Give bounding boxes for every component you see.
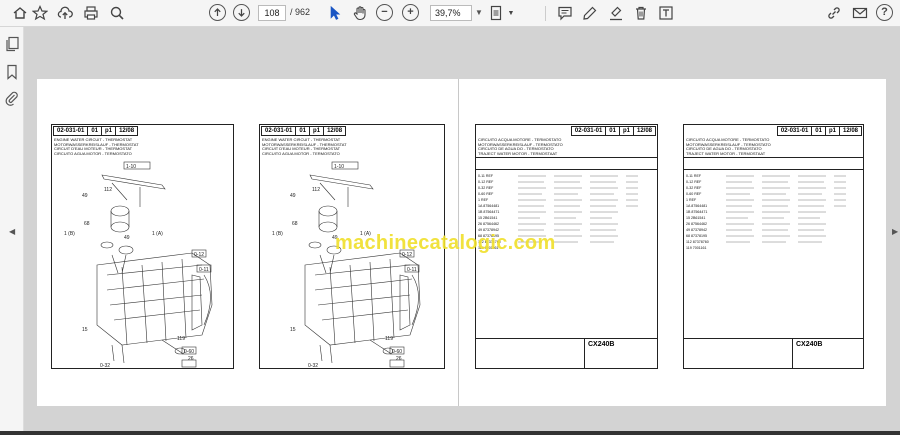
engine-thermostat-exploded-drawing: 1-10 49 112 68 1 (B) 49 1 (A) 0-12 0-11 … — [64, 161, 213, 369]
select-cursor-icon[interactable] — [325, 3, 345, 23]
sheet-header: 02-031-01 01 p1 12/08 — [570, 126, 656, 136]
delete-icon[interactable] — [631, 3, 651, 23]
page-thumbnails-icon[interactable] — [4, 36, 20, 52]
toolbar: 108 / 962 − + 39,7% ▼ ▼ ? — [0, 0, 900, 27]
home-icon[interactable] — [10, 3, 30, 23]
toolbar-divider — [545, 6, 546, 21]
expand-right-panel-arrow-icon[interactable]: ▶ — [892, 227, 898, 236]
sheet-titles: CIRCUITO ACQUA MOTORE - TERMOSTATO MOTORW… — [478, 137, 563, 156]
mail-icon[interactable] — [850, 3, 870, 23]
collapse-panel-arrow-icon[interactable]: ◀ — [9, 227, 15, 236]
bookmarks-icon[interactable] — [4, 64, 20, 80]
watermark-text: machinecatalogic.com — [335, 232, 556, 254]
svg-text:49: 49 — [124, 235, 130, 241]
next-page-button[interactable] — [233, 4, 250, 21]
svg-text:15: 15 — [290, 327, 296, 333]
svg-text:1 (B): 1 (B) — [272, 231, 283, 237]
svg-text:1 (B): 1 (B) — [64, 231, 75, 237]
bookmark-star-icon[interactable] — [30, 3, 50, 23]
svg-text:26: 26 — [188, 356, 194, 362]
previous-page-button[interactable] — [209, 4, 226, 21]
pen-icon[interactable] — [580, 3, 600, 23]
sheet-titles: ENGINE WATER CIRCUIT - THERMOSTAT MOTORWA… — [262, 137, 347, 156]
page-number-input[interactable]: 108 — [258, 5, 286, 21]
comment-icon[interactable] — [555, 3, 575, 23]
sheet-header: 02-031-01 01 p1 12/08 — [776, 126, 862, 136]
page-fit-dropdown-icon[interactable]: ▼ — [501, 3, 521, 23]
svg-text:112: 112 — [312, 187, 320, 193]
engine-thermostat-exploded-drawing: 1-10 49 112 68 1 (B) 49 1 (A) 0-12 0-11 … — [272, 161, 421, 369]
svg-text:49: 49 — [290, 193, 296, 199]
svg-text:0-60: 0-60 — [184, 349, 194, 355]
model-label: CX240B — [588, 341, 615, 348]
zoom-out-button[interactable]: − — [376, 4, 393, 21]
chevron-down-icon[interactable]: ▼ — [475, 8, 483, 17]
document-viewer[interactable]: ▶ 02-031-01 01 p1 12/08 ENGINE WATER CIRCUI… — [24, 27, 900, 435]
svg-text:1-10: 1-10 — [126, 164, 136, 170]
model-label: CX240B — [796, 341, 823, 348]
hand-tool-icon[interactable] — [350, 3, 370, 23]
attachment-icon[interactable] — [4, 90, 20, 106]
print-icon[interactable] — [81, 3, 101, 23]
diagram-sheet-1: 02-031-01 01 p1 12/08 ENGINE WATER CIRCUIT … — [51, 124, 234, 369]
parts-description-columns — [726, 175, 846, 243]
link-edit-icon[interactable] — [824, 3, 844, 23]
svg-text:0-11: 0-11 — [407, 267, 417, 273]
svg-text:0-32: 0-32 — [100, 363, 110, 369]
parts-table: 0-11 REF 0-12 REF 0-32 REF 0-60 REF 1 RE… — [686, 174, 709, 250]
sheet-titles: ENGINE WATER CIRCUIT - THERMOSTAT MOTORWA… — [54, 137, 139, 156]
page-total-label: / 962 — [290, 7, 311, 17]
svg-text:49: 49 — [82, 193, 88, 199]
search-icon[interactable] — [107, 3, 127, 23]
zoom-in-button[interactable]: + — [402, 4, 419, 21]
pdf-page: 02-031-01 01 p1 12/08 ENGINE WATER CIRCUIT … — [37, 79, 886, 406]
svg-text:15: 15 — [82, 327, 88, 333]
sheet-header: 02-031-01 01 p1 12/08 — [261, 126, 347, 136]
svg-text:0-60: 0-60 — [392, 349, 402, 355]
highlight-icon[interactable] — [606, 3, 626, 23]
text-edit-icon[interactable] — [656, 3, 676, 23]
svg-text:68: 68 — [292, 221, 298, 227]
cloud-upload-icon[interactable] — [55, 3, 75, 23]
parts-list-sheet-2: 02-031-01 01 p1 12/08 CIRCUITO ACQUA MOTORE… — [683, 124, 864, 369]
sheet-header: 02-031-01 01 p1 12/08 — [53, 126, 139, 136]
svg-text:112: 112 — [104, 187, 112, 193]
svg-text:0-11: 0-11 — [199, 267, 209, 273]
svg-text:0-12: 0-12 — [194, 252, 204, 258]
left-side-panel: ◀ — [0, 27, 24, 435]
svg-text:26: 26 — [396, 356, 402, 362]
help-button[interactable]: ? — [876, 4, 893, 21]
svg-text:1 (A): 1 (A) — [152, 231, 163, 237]
svg-text:68: 68 — [84, 221, 90, 227]
sheet-titles: CIRCUITO ACQUA MOTORE - TERMOSTATO MOTORW… — [686, 137, 771, 156]
bottom-edge — [0, 431, 900, 435]
svg-text:0-32: 0-32 — [308, 363, 318, 369]
zoom-level-select[interactable]: 39,7% — [430, 5, 472, 21]
svg-text:1-10: 1-10 — [334, 164, 344, 170]
svg-text:119: 119 — [385, 336, 393, 342]
svg-text:119: 119 — [177, 336, 185, 342]
